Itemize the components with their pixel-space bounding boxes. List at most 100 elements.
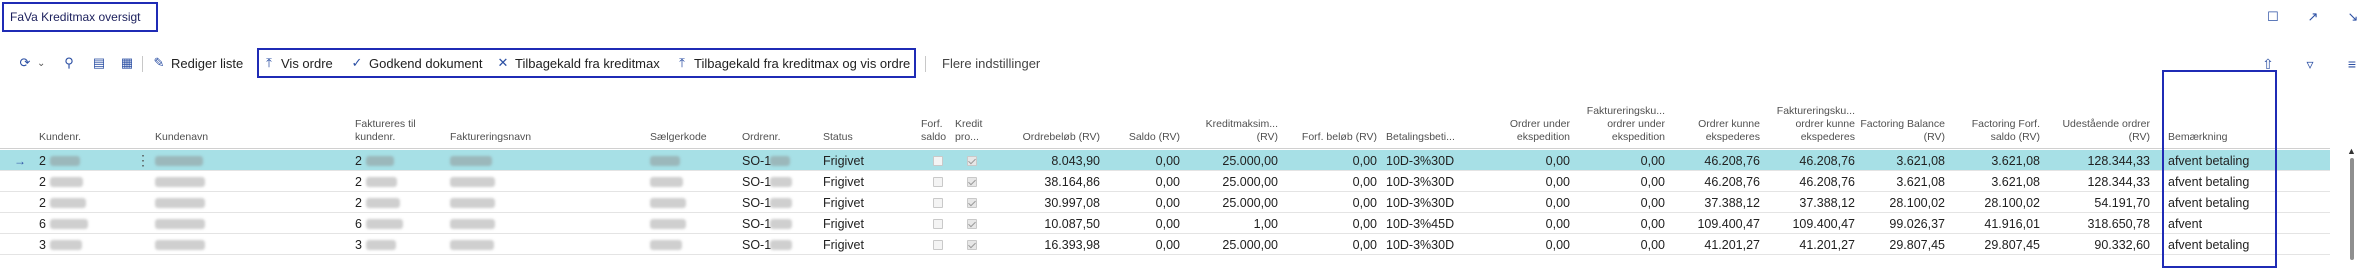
cell-status: Frigivet <box>823 195 864 210</box>
cell-credit-max: 25.000,00 <box>1222 153 1278 168</box>
cell-due-amount: 0,00 <box>1352 237 1377 252</box>
col-invoicing-orders-shippable[interactable]: Faktureringsku... ordrer kunne ekspedere… <box>1765 84 1855 148</box>
search-icon: ⚲ <box>64 55 74 70</box>
page-title-text: FaVa Kreditmax oversigt <box>10 10 141 24</box>
more-settings-label: Flere indstillinger <box>942 55 1041 71</box>
cell-order-prefix[interactable]: SO-1 <box>742 171 771 192</box>
col-status[interactable]: Status <box>823 84 878 148</box>
redacted-text <box>650 213 686 234</box>
bookmark-icon[interactable]: ☐ <box>2266 10 2280 24</box>
col-credit-max[interactable]: Kreditmaksim... (RV) <box>1190 84 1278 148</box>
col-balance[interactable]: Saldo (RV) <box>1110 84 1180 148</box>
edit-list-button[interactable]: ✎ Rediger liste <box>152 46 244 80</box>
delete-button[interactable]: ▦ <box>120 46 139 80</box>
redacted-text <box>770 213 792 234</box>
col-due-balance[interactable]: Forf. saldo <box>921 84 955 148</box>
table-row[interactable]: → ⋮ 2 2 SO-1 Frigivet 8.043,90 0,00 25.000,00 0,0… <box>0 150 2330 171</box>
redacted-text <box>155 234 205 255</box>
collapse-icon[interactable]: ↘ <box>2346 10 2360 24</box>
redacted-text <box>650 234 686 255</box>
cell-shipping: 0,00 <box>1545 174 1570 189</box>
more-settings-button[interactable]: Flere indstillinger <box>942 46 1040 80</box>
redacted-text <box>366 192 406 213</box>
col-payment-terms[interactable]: Betalingsbeti... <box>1386 84 1472 148</box>
table-row[interactable]: 2 2 SO-1 Frigivet 38.164,86 0,00 25.000,00 0,00… <box>0 171 2330 192</box>
redacted-text <box>770 192 792 213</box>
col-customer-no[interactable]: Kundenr. <box>39 84 94 148</box>
open-in-new-icon[interactable]: ↗ <box>2306 10 2320 24</box>
redacted-text <box>650 171 686 192</box>
col-orders-shipping[interactable]: Ordrer under ekspedition <box>1480 84 1570 148</box>
col-invoice-to[interactable]: Faktureres til kundenr. <box>355 84 425 148</box>
row-actions-button[interactable]: ⋮ <box>136 150 150 171</box>
cell-due-amount: 0,00 <box>1352 216 1377 231</box>
scrollbar-thumb[interactable] <box>2350 158 2354 260</box>
redacted-text <box>50 234 88 255</box>
cell-order-prefix[interactable]: SO-1 <box>742 234 771 255</box>
cell-order-amount: 16.393,98 <box>1044 237 1100 252</box>
cell-due-amount: 0,00 <box>1352 174 1377 189</box>
credit-pro-checkbox[interactable] <box>955 150 989 171</box>
col-order-no[interactable]: Ordrenr. <box>742 84 797 148</box>
redacted-text <box>50 150 88 171</box>
views-icon: ⟳ <box>19 55 31 70</box>
col-factoring-due[interactable]: Factoring Forf. saldo (RV) <box>1955 84 2040 148</box>
delete-icon: ▦ <box>120 55 134 70</box>
vertical-scrollbar[interactable]: ▲ <box>2346 146 2358 264</box>
cell-order-amount: 38.164,86 <box>1044 174 1100 189</box>
views-dropdown-button[interactable]: ⟳ ⌄ <box>18 46 46 80</box>
due-balance-checkbox[interactable] <box>921 171 955 192</box>
filter-icon[interactable]: ▿ <box>2302 56 2318 73</box>
credit-pro-checkbox[interactable] <box>955 171 989 192</box>
col-credit-pro[interactable]: Kredit pro... <box>955 84 989 148</box>
redacted-text <box>155 213 205 234</box>
col-customer-name[interactable]: Kundenavn <box>155 84 265 148</box>
scroll-up-icon[interactable]: ▲ <box>2347 146 2356 156</box>
cell-terms: 10D-3%30D <box>1386 237 1455 252</box>
cell-outstanding: 90.332,60 <box>2094 237 2150 252</box>
edit-list-icon: ✎ <box>153 55 165 70</box>
cell-terms: 10D-3%45D <box>1386 216 1455 231</box>
col-invoice-name[interactable]: Faktureringsnavn <box>450 84 570 148</box>
remark-highlight <box>2162 70 2277 268</box>
cell-fact-due: 3.621,08 <box>1991 153 2040 168</box>
page-title: FaVa Kreditmax oversigt <box>2 2 158 32</box>
cell-inv-shipping: 0,00 <box>1640 153 1665 168</box>
credit-pro-checkbox[interactable] <box>955 234 989 255</box>
window-controls: ☐ ↗ ↘ <box>2266 10 2360 24</box>
cell-order-prefix[interactable]: SO-1 <box>742 192 771 213</box>
due-balance-checkbox[interactable] <box>921 234 955 255</box>
col-due-amount[interactable]: Forf. beløb (RV) <box>1285 84 1377 148</box>
cell-fact-balance: 3.621,08 <box>1896 174 1945 189</box>
credit-pro-checkbox[interactable] <box>955 213 989 234</box>
cell-order-prefix[interactable]: SO-1 <box>742 150 771 171</box>
search-button[interactable]: ⚲ <box>62 46 81 80</box>
cell-order-prefix[interactable]: SO-1 <box>742 213 771 234</box>
edit-list-label: Rediger liste <box>171 55 244 71</box>
due-balance-checkbox[interactable] <box>921 150 955 171</box>
col-salesperson[interactable]: Sælgerkode <box>650 84 720 148</box>
redacted-text <box>366 213 406 234</box>
redacted-text <box>155 192 205 213</box>
credit-pro-checkbox[interactable] <box>955 192 989 213</box>
divider <box>142 56 143 72</box>
table-row[interactable]: 6 6 SO-1 Frigivet 10.087,50 0,00 1,00 0,00 10D-3… <box>0 213 2330 234</box>
cell-balance: 0,00 <box>1155 153 1180 168</box>
due-balance-checkbox[interactable] <box>921 213 955 234</box>
cell-status: Frigivet <box>823 216 864 231</box>
table-row[interactable]: 2 2 SO-1 Frigivet 30.997,08 0,00 25.000,00 0,00… <box>0 192 2330 213</box>
col-outstanding-orders[interactable]: Udestående ordrer (RV) <box>2050 84 2150 148</box>
due-balance-checkbox[interactable] <box>921 192 955 213</box>
cell-fact-balance: 3.621,08 <box>1896 153 1945 168</box>
col-factoring-balance[interactable]: Factoring Balance (RV) <box>1860 84 1945 148</box>
redacted-text <box>366 171 406 192</box>
col-orders-shippable[interactable]: Ordrer kunne ekspederes <box>1670 84 1760 148</box>
redacted-text <box>450 213 495 234</box>
new-document-button[interactable]: ▤ <box>92 46 111 80</box>
cell-shipping: 0,00 <box>1545 153 1570 168</box>
table-row[interactable]: 3 3 SO-1 Frigivet 16.393,98 0,00 25.000,00 0,00… <box>0 234 2330 255</box>
col-order-amount[interactable]: Ordrebeløb (RV) <box>1000 84 1100 148</box>
cell-outstanding: 128.344,33 <box>2087 174 2150 189</box>
col-invoicing-orders-shipping[interactable]: Faktureringsku... ordrer under ekspediti… <box>1575 84 1665 148</box>
list-view-icon[interactable]: ≡ <box>2344 56 2360 73</box>
